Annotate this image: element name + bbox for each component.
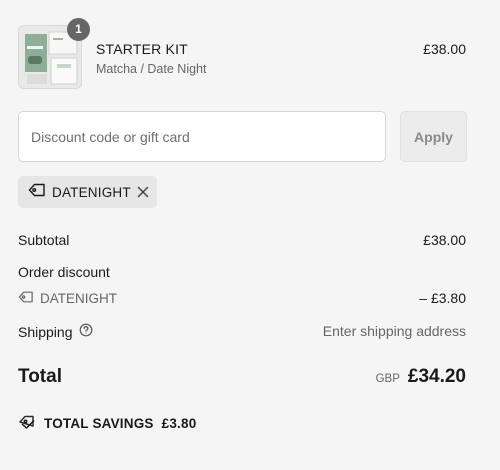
close-icon[interactable] [137,185,149,199]
currency-code: GBP [375,373,400,385]
shipping-row-label: Shipping [18,323,93,340]
total-amount: £34.20 [407,366,466,387]
tag-icon [18,290,34,307]
total-label: Total [18,366,62,387]
order-summary: 1 STARTER KIT Matcha / Date Night £38.00… [0,0,500,470]
question-circle-icon[interactable] [79,323,93,340]
applied-code-label: DATENIGHT [52,184,131,200]
shipping-value: Enter shipping address [322,323,466,339]
product-title: STARTER KIT [96,41,188,57]
total-value-group: GBP £34.20 [376,366,466,388]
apply-button[interactable]: Apply [400,111,467,162]
tag-icon [28,182,46,203]
total-savings: TOTAL SAVINGS £3.80 [18,414,196,433]
order-discount-label: Order discount [18,264,110,280]
subtotal-value: £38.00 [423,232,466,248]
quantity-badge: 1 [67,18,90,41]
order-discount-code: DATENIGHT [18,290,117,307]
applied-discount-chip: DATENIGHT [18,176,157,208]
subtotal-label: Subtotal [18,232,70,248]
product-variant: Matcha / Date Night [96,62,207,76]
savings-value: £3.80 [161,416,197,431]
discount-amount: – £3.80 [419,290,466,306]
discount-code-input[interactable] [18,111,386,162]
product-price: £38.00 [423,41,466,57]
shipping-label: Shipping [18,323,73,340]
discount-code-name: DATENIGHT [40,291,117,306]
double-tag-icon [18,414,36,433]
savings-label: TOTAL SAVINGS [44,416,154,431]
